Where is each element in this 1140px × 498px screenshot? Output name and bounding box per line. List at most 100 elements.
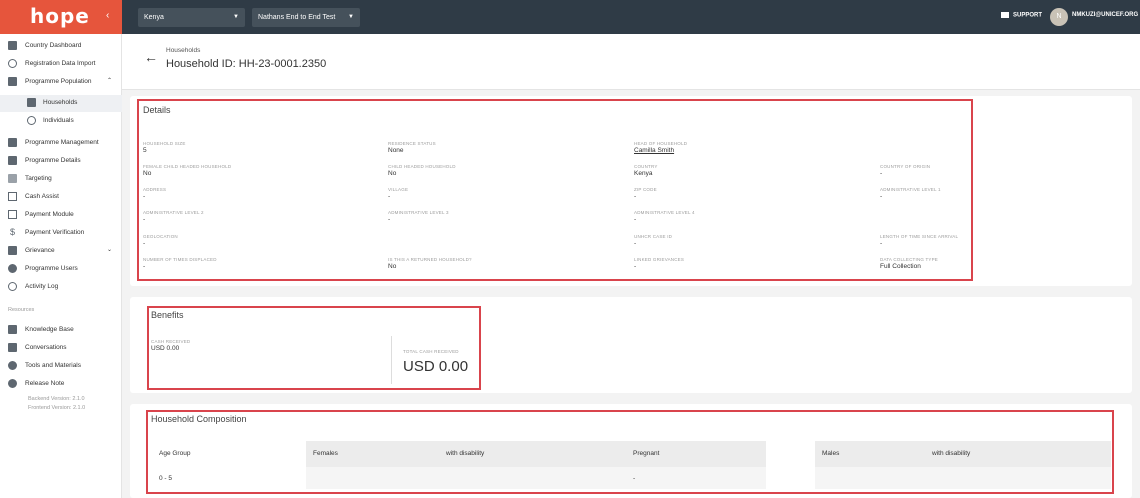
chevron-down-icon: ▼: [348, 14, 354, 20]
admin-level-1-value: -: [880, 193, 883, 200]
refresh-icon: [8, 59, 17, 68]
field-label: Country: [634, 164, 658, 169]
people-icon: [8, 77, 17, 86]
sidebar-item-conversations[interactable]: Conversations: [0, 340, 122, 356]
table-cell-age-group: 0 - 5: [159, 475, 173, 482]
sidebar: Country Dashboard Registration Data Impo…: [0, 34, 122, 498]
column-header-male-disability: with disability: [932, 450, 971, 457]
avatar[interactable]: N: [1050, 8, 1068, 26]
sidebar-item-programme-users[interactable]: Programme Users: [0, 261, 122, 277]
people-icon: [27, 98, 36, 107]
field-label: Cash Received: [151, 339, 191, 344]
sidebar-item-households[interactable]: Households: [0, 95, 122, 112]
country-select[interactable]: Kenya ▼: [138, 8, 245, 27]
user-email[interactable]: NMKUZI@UNICEF.ORG: [1072, 12, 1138, 18]
programme-select-value: Nathans End to End Test: [258, 14, 336, 21]
field-label: Residence Status: [388, 141, 436, 146]
geolocation-value: -: [143, 240, 146, 247]
sidebar-item-programme-details[interactable]: Programme Details: [0, 153, 122, 169]
field-label: Administrative Level 4: [634, 210, 695, 215]
sidebar-item-grievance[interactable]: Grievance ⌄: [0, 243, 122, 259]
field-label: Number of Times Displaced: [143, 257, 217, 262]
back-arrow-icon[interactable]: ←: [144, 49, 158, 65]
field-label: Child Headed Household: [388, 164, 456, 169]
sidebar-item-label: Programme Population: [25, 78, 92, 85]
sidebar-item-individuals[interactable]: Individuals: [0, 113, 122, 129]
details-title: Details: [143, 105, 171, 115]
column-header-female-disability: with disability: [446, 450, 485, 457]
logo-box[interactable]: hope ‹: [0, 0, 122, 34]
page-header: ← Households Household ID: HH-23-0001.23…: [122, 34, 1140, 90]
breadcrumb[interactable]: Households: [166, 47, 200, 54]
sidebar-item-label: Release Note: [25, 380, 65, 387]
divider: [391, 336, 392, 384]
column-header-pregnant: Pregnant: [633, 450, 660, 457]
field-label: Linked Grievances: [634, 257, 685, 262]
sidebar-item-label: Conversations: [25, 344, 67, 351]
field-label: Length of Time Since Arrival: [880, 234, 959, 239]
total-cash-received-value: USD 0.00: [403, 358, 469, 375]
hope-logo: hope: [30, 4, 90, 28]
field-label: Data Collecting Type: [880, 257, 939, 262]
sidebar-item-tools-and-materials[interactable]: Tools and Materials: [0, 358, 122, 374]
sidebar-item-registration-data-import[interactable]: Registration Data Import: [0, 56, 122, 72]
sidebar-item-label: Payment Module: [25, 211, 74, 218]
village-value: -: [388, 193, 391, 200]
table-cell-pregnant: -: [633, 475, 636, 482]
support-button[interactable]: SUPPORT: [1001, 12, 1042, 19]
chevron-down-icon[interactable]: ⌄: [107, 246, 112, 253]
frontend-version: Frontend Version: 2.1.0: [28, 405, 86, 411]
field-label: Head of Household: [634, 141, 688, 146]
dollar-icon: $: [10, 227, 16, 237]
top-bar: hope ‹ Kenya ▼ Nathans End to End Test ▼…: [0, 0, 1140, 34]
sidebar-item-cash-assist[interactable]: Cash Assist: [0, 189, 122, 205]
sidebar-item-payment-module[interactable]: Payment Module: [0, 207, 122, 223]
sidebar-item-targeting[interactable]: Targeting: [0, 171, 122, 187]
field-label: Zip Code: [634, 187, 657, 192]
sidebar-item-knowledge-base[interactable]: Knowledge Base: [0, 322, 122, 338]
field-label: Total Cash Received: [403, 349, 459, 354]
country-of-origin-value: -: [880, 170, 883, 177]
sidebar-item-programme-management[interactable]: Programme Management: [0, 135, 122, 151]
collapse-sidebar-icon[interactable]: ‹: [106, 10, 109, 21]
sidebar-item-payment-verification[interactable]: $ Payment Verification: [0, 225, 122, 241]
field-label: Village: [388, 187, 409, 192]
sidebar-item-label: Knowledge Base: [25, 326, 74, 333]
address-value: -: [143, 193, 146, 200]
cash-received-value: USD 0.00: [151, 345, 180, 352]
household-size-value: 5: [143, 147, 147, 154]
sidebar-item-label: Targeting: [25, 175, 52, 182]
head-of-household-link[interactable]: Camilla Smith: [634, 147, 674, 154]
country-value: Kenya: [634, 170, 653, 177]
sidebar-item-label: Programme Management: [25, 139, 99, 146]
field-label: Is this a returned household?: [388, 257, 472, 262]
sidebar-item-label: Grievance: [25, 247, 55, 254]
clipboard-icon: [8, 138, 17, 147]
sidebar-item-release-note[interactable]: Release Note: [0, 376, 122, 392]
dashboard-icon: [8, 41, 17, 50]
info-icon: [8, 361, 17, 370]
residence-status-value: None: [388, 147, 404, 154]
returnee-value: No: [388, 263, 397, 270]
chat-icon: [1001, 12, 1009, 18]
field-label: Country of Origin: [880, 164, 931, 169]
admin-level-4-value: -: [634, 216, 637, 223]
admin-level-2-value: -: [143, 216, 146, 223]
length-of-time-value: -: [880, 240, 883, 247]
field-label: Administrative Level 3: [388, 210, 449, 215]
sidebar-item-label: Cash Assist: [25, 193, 59, 200]
programme-select[interactable]: Nathans End to End Test ▼: [252, 8, 360, 27]
sidebar-item-country-dashboard[interactable]: Country Dashboard: [0, 38, 122, 54]
sidebar-item-label: Registration Data Import: [25, 60, 96, 67]
chevron-up-icon[interactable]: ⌃: [107, 77, 112, 84]
sidebar-item-activity-log[interactable]: Activity Log: [0, 279, 122, 295]
data-collecting-type-value: Full Collection: [880, 263, 921, 270]
sidebar-item-label: Households: [43, 99, 78, 106]
chevron-down-icon: ▼: [233, 14, 239, 20]
sidebar-item-programme-population[interactable]: Programme Population ⌃: [0, 74, 122, 90]
feedback-icon: [8, 246, 17, 255]
info-icon: [8, 379, 17, 388]
page-title: Household ID: HH-23-0001.2350: [166, 58, 327, 70]
linked-grievances-value: -: [634, 263, 637, 270]
support-label: SUPPORT: [1013, 12, 1043, 19]
